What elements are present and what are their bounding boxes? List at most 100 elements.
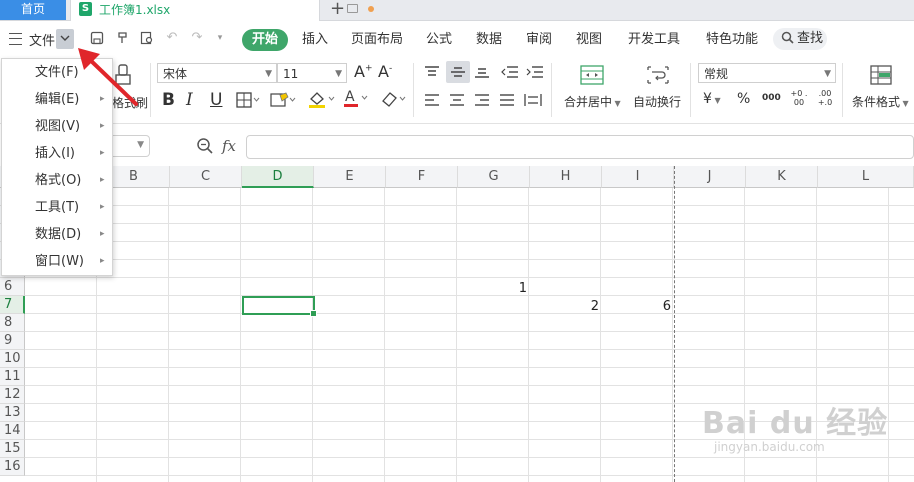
hamburger-icon[interactable] — [9, 33, 22, 45]
align-right-icon[interactable] — [474, 94, 490, 110]
row-header-11[interactable]: 11 — [0, 368, 25, 386]
tab-data[interactable]: 数据 — [476, 29, 502, 51]
number-format-value: 常规 — [704, 67, 729, 81]
fill-color-icon[interactable] — [307, 90, 337, 112]
column-header-i[interactable]: I — [602, 166, 674, 188]
column-header-e[interactable]: E — [314, 166, 386, 188]
row-header-14[interactable]: 14 — [0, 422, 25, 440]
workbook-tab-label: 工作簿1.xlsx — [99, 3, 171, 17]
column-header-j[interactable]: J — [674, 166, 746, 188]
column-header-h[interactable]: H — [530, 166, 602, 188]
row-header-8[interactable]: 8 — [0, 314, 25, 332]
borders-icon[interactable] — [236, 92, 260, 112]
file-dropdown-button[interactable] — [56, 29, 74, 49]
column-header-k[interactable]: K — [746, 166, 818, 188]
menu-item-label: 视图(V) — [35, 119, 81, 134]
font-color-icon[interactable]: A — [343, 88, 371, 112]
increase-decimal-button[interactable]: +0 .00 — [789, 89, 809, 107]
justify-icon[interactable] — [499, 94, 515, 110]
underline-button[interactable]: U — [210, 90, 222, 110]
decrease-decimal-button[interactable]: .00 +.0 — [815, 89, 835, 107]
row-header-10[interactable]: 10 — [0, 350, 25, 368]
italic-button[interactable]: I — [186, 90, 193, 110]
merge-center-label: 合并居中 — [564, 95, 613, 109]
tab-formulas[interactable]: 公式 — [426, 29, 452, 51]
selected-cell-d7[interactable] — [242, 296, 317, 317]
column-header-f[interactable]: F — [386, 166, 458, 188]
merge-center-button[interactable]: 合并居中 ▼ — [564, 93, 621, 110]
font-size-select[interactable]: 11 ▼ — [277, 63, 347, 83]
cell-g6[interactable]: 1 — [459, 281, 527, 296]
font-name-select[interactable]: 宋体 ▼ — [157, 63, 277, 83]
column-header-c[interactable]: C — [170, 166, 242, 188]
file-menu-button[interactable]: 文件 — [29, 30, 55, 49]
number-format-select[interactable]: 常规 ▼ — [698, 63, 836, 83]
tab-view[interactable]: 视图 — [576, 29, 602, 51]
print-preview-icon[interactable] — [140, 31, 154, 45]
menu-item-label: 工具(T) — [35, 200, 80, 215]
tab-start[interactable]: 开始 — [242, 29, 289, 51]
menu-item-window[interactable]: 窗口(W) ▸ — [2, 248, 112, 275]
svg-text:A: A — [345, 89, 355, 105]
tab-insert[interactable]: 插入 — [302, 29, 328, 51]
wrap-text-icon[interactable] — [646, 65, 670, 89]
tab-page-layout[interactable]: 页面布局 — [351, 29, 403, 51]
zoom-icon[interactable] — [196, 137, 214, 159]
decrease-indent-icon[interactable] — [501, 66, 519, 82]
increase-indent-icon[interactable] — [526, 66, 544, 82]
more-quick-icon[interactable]: ▾ — [213, 31, 227, 45]
cell-i7[interactable]: 6 — [603, 299, 671, 314]
row-header-15[interactable]: 15 — [0, 440, 25, 458]
row-header-12[interactable]: 12 — [0, 386, 25, 404]
clear-format-icon[interactable] — [380, 90, 408, 112]
wrap-text-label[interactable]: 自动换行 — [633, 93, 681, 110]
align-top-icon[interactable] — [424, 66, 440, 82]
thousands-separator-button[interactable]: 000 — [762, 93, 781, 103]
new-tab-button[interactable]: + — [330, 0, 345, 19]
menu-item-tools[interactable]: 工具(T) ▸ — [2, 194, 112, 221]
screen-icon[interactable] — [347, 4, 358, 13]
menu-item-insert[interactable]: 插入(I) ▸ — [2, 140, 112, 167]
menu-item-data[interactable]: 数据(D) ▸ — [2, 221, 112, 248]
column-header-d[interactable]: D — [242, 166, 314, 188]
distributed-align-icon[interactable] — [524, 93, 542, 111]
column-header-g[interactable]: G — [458, 166, 530, 188]
align-left-icon[interactable] — [424, 94, 440, 110]
align-middle-icon[interactable] — [446, 61, 470, 83]
column-header-l[interactable]: L — [818, 166, 914, 188]
row-header-7[interactable]: 7 — [0, 296, 25, 314]
cell-style-icon[interactable] — [270, 92, 296, 112]
currency-button[interactable]: ¥ ▼ — [703, 91, 721, 107]
tab-review[interactable]: 审阅 — [526, 29, 552, 51]
merge-center-icon[interactable] — [580, 65, 604, 89]
tab-special-features[interactable]: 特色功能 — [706, 29, 758, 51]
conditional-format-button[interactable]: 条件格式 ▼ — [852, 93, 909, 110]
conditional-format-icon[interactable] — [870, 65, 892, 89]
undo-icon[interactable]: ↶ — [165, 31, 179, 45]
fx-button[interactable]: fx — [222, 137, 236, 155]
redo-icon[interactable]: ↷ — [190, 31, 204, 45]
save-icon[interactable] — [90, 31, 104, 45]
tab-home[interactable]: 首页 — [0, 0, 66, 20]
search-icon — [781, 28, 794, 50]
formula-input[interactable] — [246, 135, 914, 159]
chevron-down-icon: ▼ — [137, 140, 144, 150]
row-header-16[interactable]: 16 — [0, 458, 25, 476]
menu-item-view[interactable]: 视图(V) ▸ — [2, 113, 112, 140]
row-header-9[interactable]: 9 — [0, 332, 25, 350]
align-bottom-icon[interactable] — [474, 66, 490, 82]
search-button[interactable]: 查找 — [773, 28, 827, 50]
row-header-13[interactable]: 13 — [0, 404, 25, 422]
percent-button[interactable]: % — [737, 91, 750, 107]
align-center-icon[interactable] — [449, 94, 465, 110]
increase-font-icon[interactable]: A+ — [354, 62, 373, 81]
menu-item-format[interactable]: 格式(O) ▸ — [2, 167, 112, 194]
tab-workbook[interactable]: S 工作簿1.xlsx — [70, 0, 374, 21]
tab-developer[interactable]: 开发工具 — [628, 29, 680, 51]
format-painter-quick-icon[interactable] — [116, 31, 130, 45]
decrease-font-icon[interactable]: A- — [378, 62, 392, 81]
bold-button[interactable]: B — [162, 90, 175, 110]
row-header-6[interactable]: 6 — [0, 278, 25, 296]
chevron-right-icon: ▸ — [100, 229, 105, 239]
cell-h7[interactable]: 2 — [531, 299, 599, 314]
